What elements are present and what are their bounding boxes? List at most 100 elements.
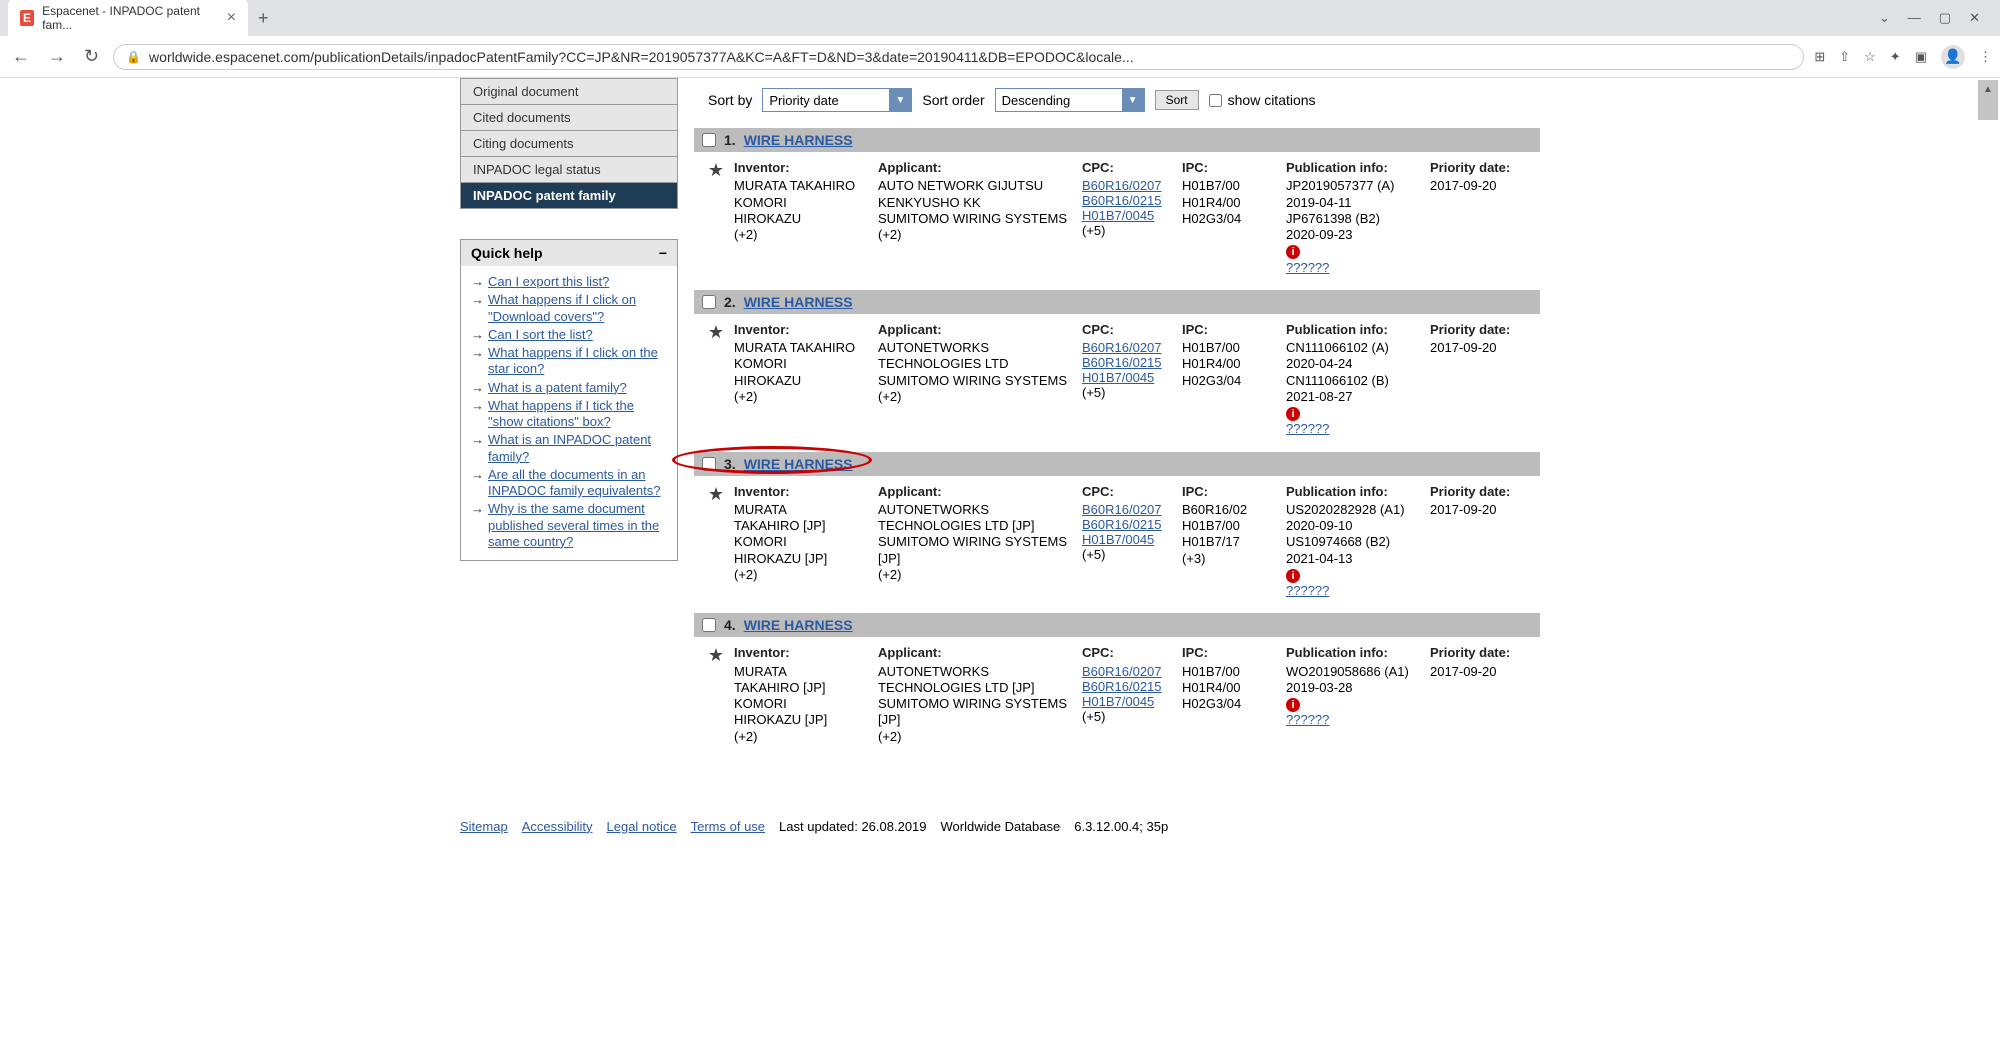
col-applicant: Applicant:AUTONETWORKSTECHNOLOGIES LTD [… bbox=[878, 645, 1078, 745]
close-tab-icon[interactable]: × bbox=[227, 9, 236, 27]
footer-link-3[interactable]: Terms of use bbox=[691, 819, 765, 834]
new-tab-icon[interactable]: + bbox=[248, 8, 279, 29]
info-icon: i bbox=[1286, 407, 1300, 421]
col-cpc: CPC:B60R16/0207B60R16/0215H01B7/0045(+5) bbox=[1082, 484, 1178, 600]
close-window-icon[interactable]: ✕ bbox=[1969, 10, 1980, 26]
sidebar-item-4[interactable]: INPADOC patent family bbox=[461, 183, 677, 208]
quickhelp-link-3[interactable]: What happens if I click on the star icon… bbox=[488, 345, 667, 378]
quickhelp-link-1[interactable]: What happens if I click on "Download cov… bbox=[488, 292, 667, 325]
sidebar-item-3[interactable]: INPADOC legal status bbox=[461, 157, 677, 183]
quickhelp-link-6[interactable]: What is an INPADOC patent family? bbox=[488, 432, 667, 465]
result-checkbox[interactable] bbox=[702, 295, 716, 309]
col-label: Priority date: bbox=[1430, 322, 1520, 338]
result-title-link[interactable]: WIRE HARNESS bbox=[744, 617, 853, 633]
result-checkbox[interactable] bbox=[702, 133, 716, 147]
sort-order-label: Sort order bbox=[922, 92, 984, 108]
pub-more-link[interactable]: ?????? bbox=[1286, 260, 1426, 276]
result-title-link[interactable]: WIRE HARNESS bbox=[744, 456, 853, 472]
cpc-link[interactable]: B60R16/0207 bbox=[1082, 178, 1178, 193]
back-icon[interactable]: ← bbox=[8, 42, 34, 71]
cpc-link[interactable]: B60R16/0215 bbox=[1082, 193, 1178, 208]
cpc-link[interactable]: H01B7/0045 bbox=[1082, 532, 1178, 547]
sidebar-item-2[interactable]: Citing documents bbox=[461, 131, 677, 157]
col-label: IPC: bbox=[1182, 645, 1282, 661]
footer-link-1[interactable]: Accessibility bbox=[522, 819, 593, 834]
footer-link-2[interactable]: Legal notice bbox=[607, 819, 677, 834]
tab-title: Espacenet - INPADOC patent fam... bbox=[42, 4, 211, 32]
star-icon[interactable]: ★ bbox=[702, 645, 730, 745]
col-label: Publication info: bbox=[1286, 322, 1426, 338]
pub-more-link[interactable]: ?????? bbox=[1286, 583, 1426, 599]
profile-avatar[interactable]: 👤 bbox=[1941, 45, 1965, 69]
sidebar-item-0[interactable]: Original document bbox=[461, 79, 677, 105]
result-number: 3. bbox=[724, 456, 736, 472]
col-cpc: CPC:B60R16/0207B60R16/0215H01B7/0045(+5) bbox=[1082, 645, 1178, 745]
col-label: Priority date: bbox=[1430, 645, 1520, 661]
star-icon[interactable]: ★ bbox=[702, 160, 730, 276]
url-input[interactable]: 🔒 worldwide.espacenet.com/publicationDet… bbox=[113, 44, 1804, 70]
quickhelp-link-8[interactable]: Why is the same document published sever… bbox=[488, 501, 667, 550]
bookmark-icon[interactable]: ☆ bbox=[1864, 49, 1876, 65]
sort-order-select[interactable]: Descending ▼ bbox=[995, 88, 1145, 112]
cpc-link[interactable]: B60R16/0207 bbox=[1082, 664, 1178, 679]
quick-help-panel: Quick help − →Can I export this list?→Wh… bbox=[460, 239, 678, 561]
cpc-link[interactable]: B60R16/0215 bbox=[1082, 355, 1178, 370]
cpc-link[interactable]: B60R16/0215 bbox=[1082, 679, 1178, 694]
quick-help-header[interactable]: Quick help − bbox=[461, 240, 677, 266]
quickhelp-link-4[interactable]: What is a patent family? bbox=[488, 380, 627, 396]
star-icon[interactable]: ★ bbox=[702, 484, 730, 600]
collapse-icon[interactable]: − bbox=[659, 245, 667, 261]
sort-by-select[interactable]: Priority date ▼ bbox=[762, 88, 912, 112]
quickhelp-link-0[interactable]: Can I export this list? bbox=[488, 274, 609, 290]
result-2: 2.WIRE HARNESS★Inventor:MURATA TAKAHIROK… bbox=[694, 290, 1540, 452]
cpc-link[interactable]: H01B7/0045 bbox=[1082, 694, 1178, 709]
browser-tab[interactable]: E Espacenet - INPADOC patent fam... × bbox=[8, 0, 248, 38]
quickhelp-link-2[interactable]: Can I sort the list? bbox=[488, 327, 593, 343]
sort-button[interactable]: Sort bbox=[1155, 90, 1199, 110]
pub-more-link[interactable]: ?????? bbox=[1286, 712, 1426, 728]
minimize-icon[interactable]: — bbox=[1908, 10, 1921, 26]
scroll-up-icon[interactable]: ▲ bbox=[1978, 80, 1998, 120]
result-checkbox[interactable] bbox=[702, 457, 716, 471]
browser-tab-bar: E Espacenet - INPADOC patent fam... × + … bbox=[0, 0, 2000, 36]
col-label: Applicant: bbox=[878, 484, 1078, 500]
arrow-icon: → bbox=[471, 345, 484, 378]
col-publication: Publication info:US2020282928 (A1)2020-0… bbox=[1286, 484, 1426, 600]
cpc-link[interactable]: H01B7/0045 bbox=[1082, 370, 1178, 385]
cpc-link[interactable]: B60R16/0207 bbox=[1082, 502, 1178, 517]
star-icon[interactable]: ★ bbox=[702, 322, 730, 438]
extensions-icon[interactable]: ✦ bbox=[1890, 49, 1901, 65]
col-label: Inventor: bbox=[734, 645, 874, 661]
menu-icon[interactable]: ⋮ bbox=[1979, 49, 1992, 65]
share-icon[interactable]: ⇧ bbox=[1839, 49, 1850, 65]
col-label: Applicant: bbox=[878, 160, 1078, 176]
cpc-link[interactable]: B60R16/0207 bbox=[1082, 340, 1178, 355]
sort-by-label: Sort by bbox=[708, 92, 752, 108]
footer-link-0[interactable]: Sitemap bbox=[460, 819, 508, 834]
col-label: CPC: bbox=[1082, 160, 1178, 176]
translate-icon[interactable]: ⊞ bbox=[1814, 49, 1825, 65]
cpc-link[interactable]: B60R16/0215 bbox=[1082, 517, 1178, 532]
cpc-link[interactable]: H01B7/0045 bbox=[1082, 208, 1178, 223]
result-title-link[interactable]: WIRE HARNESS bbox=[744, 132, 853, 148]
chevron-down-icon[interactable]: ⌄ bbox=[1879, 10, 1890, 26]
footer-db: Worldwide Database bbox=[941, 819, 1061, 834]
maximize-icon[interactable]: ▢ bbox=[1939, 10, 1951, 26]
col-inventor: Inventor:MURATA TAKAHIROKOMORIHIROKAZU(+… bbox=[734, 160, 874, 276]
pub-more-link[interactable]: ?????? bbox=[1286, 421, 1426, 437]
reload-icon[interactable]: ↻ bbox=[80, 42, 103, 71]
arrow-icon: → bbox=[471, 432, 484, 465]
quickhelp-link-5[interactable]: What happens if I tick the "show citatio… bbox=[488, 398, 667, 431]
col-priority: Priority date:2017-09-20 bbox=[1430, 645, 1520, 745]
show-citations-checkbox[interactable] bbox=[1209, 94, 1222, 107]
col-label: IPC: bbox=[1182, 484, 1282, 500]
col-label: Applicant: bbox=[878, 322, 1078, 338]
col-label: Publication info: bbox=[1286, 160, 1426, 176]
forward-icon[interactable]: → bbox=[44, 42, 70, 71]
result-checkbox[interactable] bbox=[702, 618, 716, 632]
quick-help-title: Quick help bbox=[471, 245, 543, 261]
panel-icon[interactable]: ▣ bbox=[1915, 49, 1927, 65]
result-title-link[interactable]: WIRE HARNESS bbox=[744, 294, 853, 310]
quickhelp-link-7[interactable]: Are all the documents in an INPADOC fami… bbox=[488, 467, 667, 500]
sidebar-item-1[interactable]: Cited documents bbox=[461, 105, 677, 131]
